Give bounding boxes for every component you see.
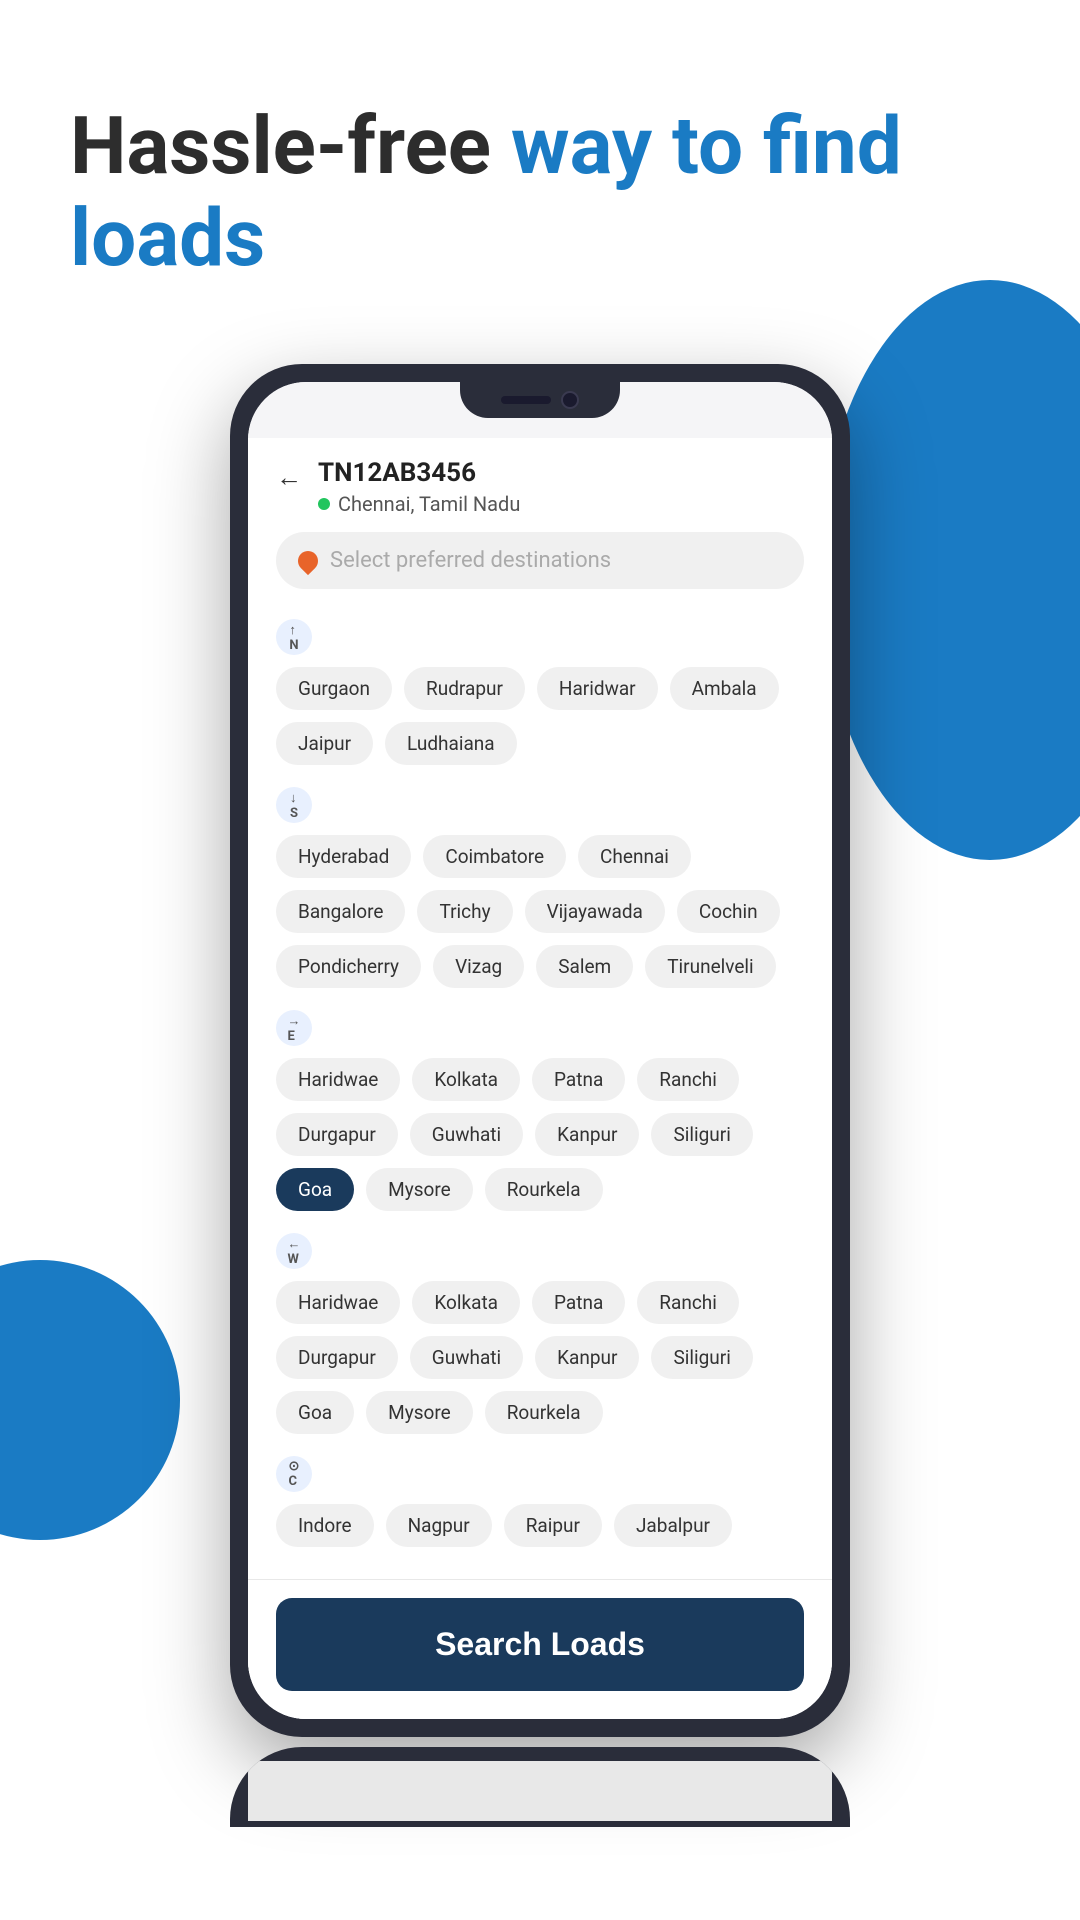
- direction-central: ⊙C Indore Nagpur Raipur Jabalpur: [276, 1456, 804, 1547]
- chip-vizag[interactable]: Vizag: [433, 945, 524, 988]
- east-icon: →E: [276, 1010, 312, 1046]
- vehicle-id: TN12AB3456: [318, 458, 520, 488]
- chip-ranchi-w[interactable]: Ranchi: [637, 1281, 739, 1324]
- bottom-phone-hint: [0, 1747, 1080, 1827]
- north-icon: ↑N: [276, 619, 312, 655]
- chip-indore[interactable]: Indore: [276, 1504, 374, 1547]
- chip-haridwae-e[interactable]: Haridwae: [276, 1058, 400, 1101]
- chip-vijayawada[interactable]: Vijayawada: [525, 890, 665, 933]
- south-chips: Hyderabad Coimbatore Chennai Bangalore T…: [276, 835, 804, 988]
- phone-outer-frame: ← TN12AB3456 Chennai, Tamil Nadu Select …: [230, 364, 850, 1737]
- chip-kanpur-w[interactable]: Kanpur: [535, 1336, 639, 1379]
- destinations-container: ↑N Gurgaon Rudrapur Haridwar Ambala Jaip…: [248, 609, 832, 1579]
- chip-nagpur[interactable]: Nagpur: [386, 1504, 492, 1547]
- chip-raipur[interactable]: Raipur: [504, 1504, 602, 1547]
- search-bar[interactable]: Select preferred destinations: [276, 532, 804, 589]
- chip-tirunelveli[interactable]: Tirunelveli: [645, 945, 775, 988]
- chip-salem[interactable]: Salem: [536, 945, 633, 988]
- header-section: Hassle-free way to find loads: [0, 0, 1080, 344]
- south-icon: ↓S: [276, 787, 312, 823]
- chip-ludhaiana[interactable]: Ludhaiana: [385, 722, 517, 765]
- chip-pondicherry[interactable]: Pondicherry: [276, 945, 421, 988]
- chip-kolkata-e[interactable]: Kolkata: [412, 1058, 520, 1101]
- screen-header: ← TN12AB3456 Chennai, Tamil Nadu: [248, 438, 832, 532]
- direction-west: ←W Haridwae Kolkata Patna Ranchi Durgapu…: [276, 1233, 804, 1434]
- central-chips: Indore Nagpur Raipur Jabalpur: [276, 1504, 804, 1547]
- chip-patna-w[interactable]: Patna: [532, 1281, 625, 1324]
- chip-rourkela-w[interactable]: Rourkela: [485, 1391, 603, 1434]
- chip-siliguri-e[interactable]: Siliguri: [651, 1113, 752, 1156]
- chip-kolkata-w[interactable]: Kolkata: [412, 1281, 520, 1324]
- direction-east-header: →E: [276, 1010, 804, 1046]
- chip-haridwae-w[interactable]: Haridwae: [276, 1281, 400, 1324]
- chip-mysore-e[interactable]: Mysore: [366, 1168, 473, 1211]
- search-placeholder: Select preferred destinations: [330, 548, 611, 573]
- chip-gurgaon[interactable]: Gurgaon: [276, 667, 392, 710]
- chip-goa-e[interactable]: Goa: [276, 1168, 354, 1211]
- chip-rudrapur[interactable]: Rudrapur: [404, 667, 525, 710]
- chip-durgapur-w[interactable]: Durgapur: [276, 1336, 398, 1379]
- title-part1: Hassle-free: [70, 99, 511, 193]
- chip-guwhati-e[interactable]: Guwhati: [410, 1113, 523, 1156]
- direction-north-header: ↑N: [276, 619, 804, 655]
- location-text: Chennai, Tamil Nadu: [338, 492, 520, 516]
- west-icon: ←W: [276, 1233, 312, 1269]
- chip-kanpur-e[interactable]: Kanpur: [535, 1113, 639, 1156]
- vehicle-info: TN12AB3456 Chennai, Tamil Nadu: [318, 458, 520, 516]
- direction-south: ↓S Hyderabad Coimbatore Chennai Bangalor…: [276, 787, 804, 988]
- chip-rourkela-e[interactable]: Rourkela: [485, 1168, 603, 1211]
- back-button[interactable]: ←: [276, 462, 302, 493]
- chip-jabalpur[interactable]: Jabalpur: [614, 1504, 732, 1547]
- phone-notch: [460, 382, 620, 418]
- direction-west-header: ←W: [276, 1233, 804, 1269]
- phone-notch-area: [248, 382, 832, 438]
- pin-icon: [294, 546, 322, 574]
- chip-patna-e[interactable]: Patna: [532, 1058, 625, 1101]
- chip-mysore-w[interactable]: Mysore: [366, 1391, 473, 1434]
- phone-mockup: ← TN12AB3456 Chennai, Tamil Nadu Select …: [0, 364, 1080, 1737]
- chip-ambala[interactable]: Ambala: [670, 667, 779, 710]
- screen-content: ← TN12AB3456 Chennai, Tamil Nadu Select …: [248, 438, 832, 1719]
- central-icon: ⊙C: [276, 1456, 312, 1492]
- chip-siliguri-w[interactable]: Siliguri: [651, 1336, 752, 1379]
- direction-north: ↑N Gurgaon Rudrapur Haridwar Ambala Jaip…: [276, 619, 804, 765]
- chip-guwhati-w[interactable]: Guwhati: [410, 1336, 523, 1379]
- chip-ranchi-e[interactable]: Ranchi: [637, 1058, 739, 1101]
- chip-trichy[interactable]: Trichy: [417, 890, 512, 933]
- direction-east: →E Haridwae Kolkata Patna Ranchi Durgapu…: [276, 1010, 804, 1211]
- search-loads-button[interactable]: Search Loads: [276, 1598, 804, 1691]
- chip-chennai[interactable]: Chennai: [578, 835, 691, 878]
- phone-inner: ← TN12AB3456 Chennai, Tamil Nadu Select …: [248, 382, 832, 1719]
- chip-bangalore[interactable]: Bangalore: [276, 890, 405, 933]
- bottom-phone-screen: [248, 1761, 832, 1821]
- west-chips: Haridwae Kolkata Patna Ranchi Durgapur G…: [276, 1281, 804, 1434]
- east-chips: Haridwae Kolkata Patna Ranchi Durgapur G…: [276, 1058, 804, 1211]
- notch-speaker: [501, 396, 551, 404]
- chip-cochin[interactable]: Cochin: [677, 890, 780, 933]
- chip-haridwar[interactable]: Haridwar: [537, 667, 658, 710]
- notch-camera: [561, 391, 579, 409]
- bottom-bar: Search Loads: [248, 1579, 832, 1719]
- chip-goa-w[interactable]: Goa: [276, 1391, 354, 1434]
- chip-durgapur-e[interactable]: Durgapur: [276, 1113, 398, 1156]
- chip-hyderabad[interactable]: Hyderabad: [276, 835, 411, 878]
- north-chips: Gurgaon Rudrapur Haridwar Ambala Jaipur …: [276, 667, 804, 765]
- chip-coimbatore[interactable]: Coimbatore: [423, 835, 566, 878]
- direction-central-header: ⊙C: [276, 1456, 804, 1492]
- chip-jaipur[interactable]: Jaipur: [276, 722, 373, 765]
- direction-south-header: ↓S: [276, 787, 804, 823]
- location-status-dot: [318, 498, 330, 510]
- vehicle-location: Chennai, Tamil Nadu: [318, 492, 520, 516]
- page-title: Hassle-free way to find loads: [70, 100, 1010, 284]
- search-bar-wrapper: Select preferred destinations: [248, 532, 832, 609]
- bottom-phone-partial: [230, 1747, 850, 1827]
